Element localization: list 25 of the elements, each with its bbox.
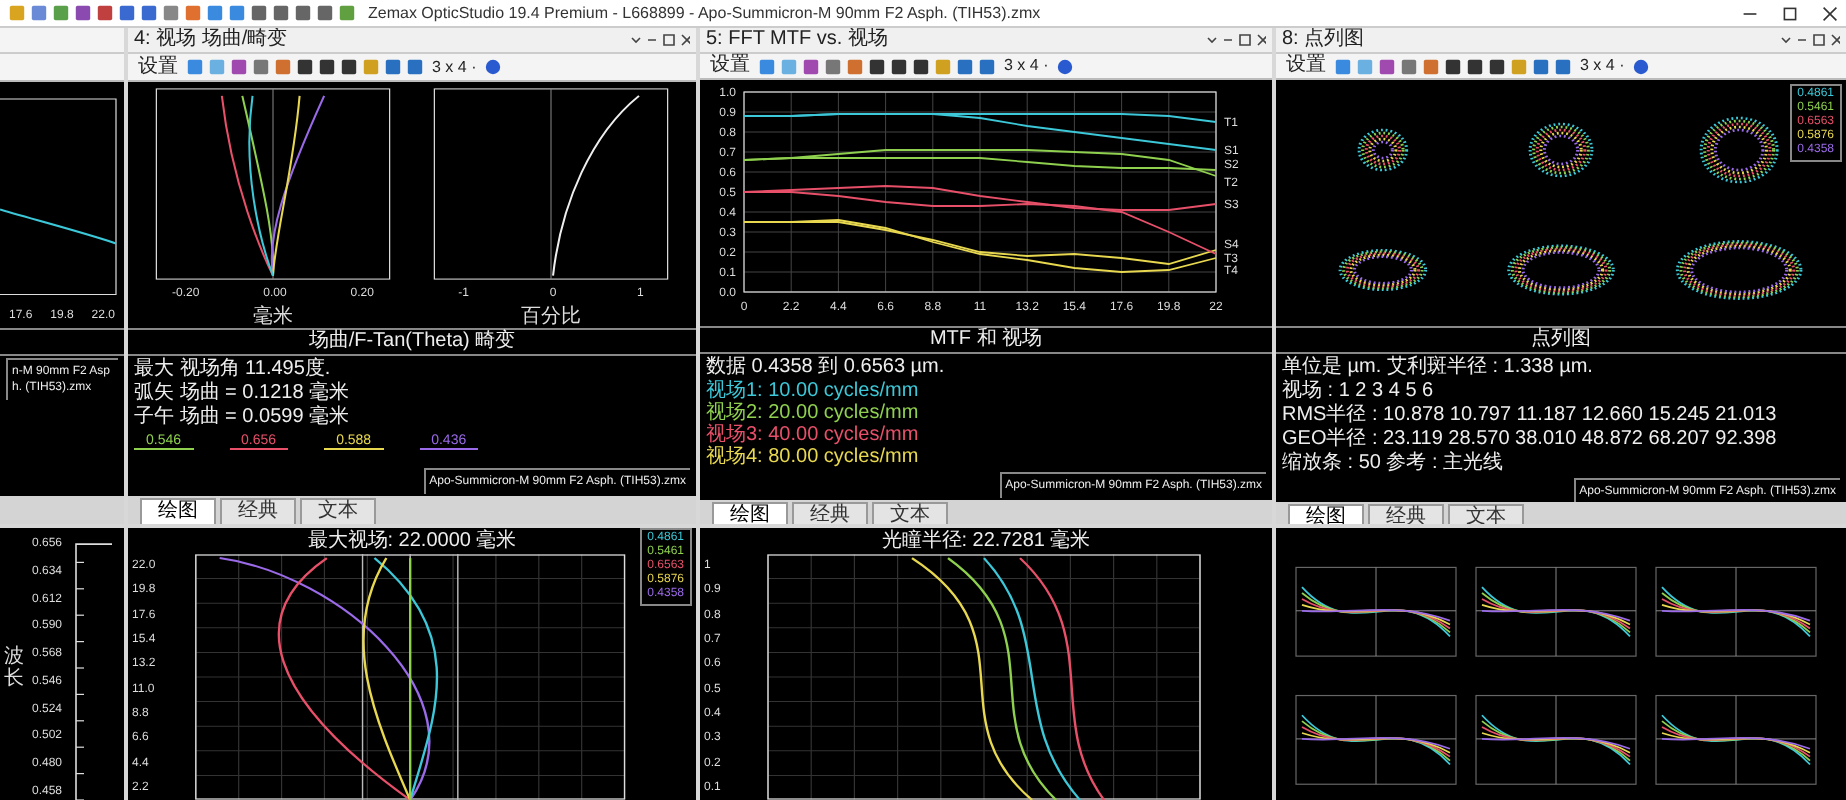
window-title: Zemax OpticStudio 19.4 Premium - L668899 - Apo-Summicron-M 90mm F2 Asph. (TIH53).zmx	[368, 4, 1043, 22]
axis-label: 毫米	[251, 306, 295, 329]
frequency-label: 视场4: 80.00 cycles/mm	[706, 446, 921, 470]
info-text: RMS半径 : 10.878 10.797 11.187 12.660 15.245 21.013	[1282, 404, 1777, 427]
info-text: 单位是 µm. 艾利斑半径 : 1.338 µm.	[1282, 356, 1595, 379]
chart-title: 点列图	[1531, 328, 1591, 352]
info-text: 数据 0.4358 到 0.6563 µm.	[706, 356, 945, 379]
chart-title: 光瞳半径: 22.7281 毫米	[881, 528, 1091, 554]
info-text: 缩放条 : 50 参考 : 主光线	[1282, 452, 1506, 476]
info-text: 最大 视场角 11.495度.	[134, 358, 333, 381]
info-text: 子午 场曲 = 0.0599 毫米	[134, 406, 352, 431]
panel-title: 4: 视场 场曲/畸变	[134, 28, 288, 53]
frequency-label: 视场3: 40.00 cycles/mm	[706, 424, 921, 446]
frequency-label: 视场1: 10.00 cycles/mm	[706, 380, 921, 402]
info-text: 视场 : 1 2 3 4 5 6	[1282, 380, 1436, 403]
chart-title: MTF 和 视场	[929, 328, 1043, 352]
axis-label: 百分比	[519, 306, 583, 329]
chart-title: 最大视场: 22.0000 毫米	[307, 528, 517, 554]
panel-title: 8: 点列图	[1282, 28, 1365, 52]
info-text: GEO半径 : 23.119 28.570 38.010 48.872 68.207 92.398	[1282, 428, 1777, 451]
panel-title: 5: FFT MTF vs. 视场	[706, 28, 888, 52]
info-text: 弧矢 场曲 = 0.1218 毫米	[134, 382, 352, 405]
axis-label: 波长	[4, 646, 24, 690]
frequency-label: 视场2: 20.00 cycles/mm	[706, 402, 921, 424]
chart-title: 场曲/F-Tan(Theta) 畸变	[308, 330, 516, 355]
